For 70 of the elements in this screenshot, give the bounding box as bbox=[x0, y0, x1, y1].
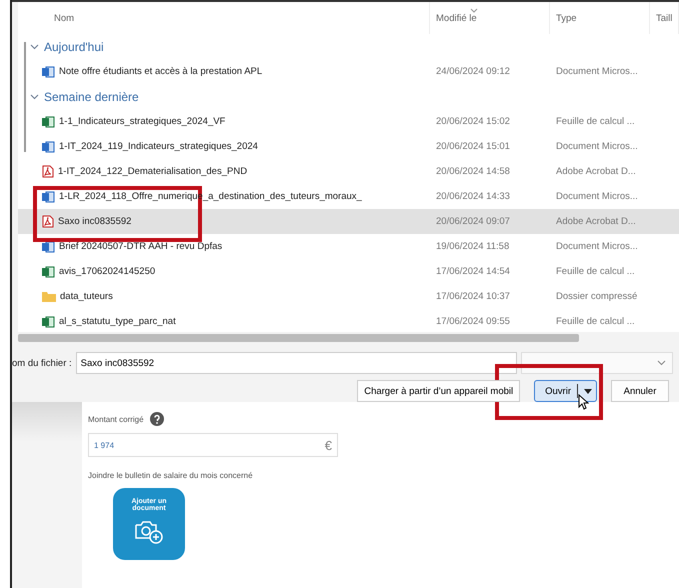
file-type: Adobe Acrobat D... bbox=[555, 166, 637, 177]
file-date: 20/06/2024 14:33 bbox=[435, 191, 511, 202]
file-type: Feuille de calcul ... bbox=[555, 316, 636, 327]
column-header[interactable]: Taill bbox=[650, 2, 679, 34]
file-row[interactable]: avis_17062024145250 17/06/2024 14:54 Feuille de calcul ... bbox=[18, 259, 679, 284]
word-document-icon bbox=[42, 190, 55, 202]
file-date: 20/06/2024 09:07 bbox=[435, 216, 511, 227]
file-row[interactable]: Saxo inc0835592 20/06/2024 09:07 Adobe Acrobat D... bbox=[18, 209, 679, 234]
file-date: 17/06/2024 14:54 bbox=[435, 266, 511, 277]
open-button[interactable]: Ouvrir bbox=[534, 380, 597, 402]
group-header[interactable]: Aujourd'hui bbox=[18, 34, 679, 59]
word-document-icon bbox=[42, 140, 55, 152]
chevron-icon bbox=[30, 94, 39, 100]
word-document-icon bbox=[42, 66, 55, 78]
file-type: Document Micros... bbox=[555, 191, 639, 202]
file-name: avis_17062024145250 bbox=[59, 266, 156, 277]
column-header[interactable]: Type bbox=[550, 2, 650, 34]
file-name-input[interactable]: Saxo inc0835592 bbox=[76, 353, 516, 373]
file-row[interactable]: 1-IT_2024_122_Dematerialisation_des_PND 20/06/2024 14:58 Adobe Acrobat D... bbox=[18, 159, 679, 184]
file-type: Document Micros... bbox=[555, 66, 639, 77]
pdf-icon bbox=[42, 165, 54, 178]
file-name: 1-IT_2024_119_Indicateurs_strategiques_2024 bbox=[59, 141, 258, 152]
pdf-icon bbox=[42, 215, 54, 228]
dialog-button[interactable]: Charger à partir d’un appareil mobil bbox=[357, 380, 520, 402]
file-date: 20/06/2024 14:58 bbox=[435, 166, 511, 177]
file-date: 19/06/2024 11:58 bbox=[435, 241, 510, 252]
spreadsheet-icon bbox=[42, 116, 55, 128]
file-type: Document Micros... bbox=[555, 241, 639, 252]
file-name: data_tuteurs bbox=[60, 291, 113, 302]
file-row[interactable]: Note offre étudiants et accès à la prestation APL 24/06/2024 09:12 Document Micros... bbox=[18, 59, 679, 84]
amount-label: Montant corrigé bbox=[88, 414, 144, 424]
file-type: Dossier compressé bbox=[555, 291, 638, 302]
file-date: 17/06/2024 09:55 bbox=[435, 316, 511, 327]
dropdown-arrow-icon bbox=[584, 388, 592, 394]
file-date: 20/06/2024 15:02 bbox=[435, 116, 511, 127]
column-header[interactable]: Nom bbox=[18, 2, 430, 34]
help-icon[interactable] bbox=[150, 412, 164, 426]
chevron-icon bbox=[30, 44, 39, 50]
word-document-icon bbox=[42, 240, 55, 252]
folder-icon bbox=[42, 291, 56, 302]
sort-chevron-icon bbox=[470, 8, 478, 13]
file-name: Brief 20240507-DTR AAH - revu Dpfas bbox=[59, 241, 222, 252]
file-type: Adobe Acrobat D... bbox=[555, 216, 637, 227]
file-row[interactable]: al_s_statutu_type_parc_nat 17/06/2024 09:55 Feuille de calcul ... bbox=[18, 309, 679, 332]
file-row[interactable]: 1-IT_2024_119_Indicateurs_strategiques_2024 20/06/2024 15:01 Document Micros... bbox=[18, 134, 679, 159]
scrollbar[interactable] bbox=[24, 42, 26, 152]
file-type: Feuille de calcul ... bbox=[555, 266, 636, 277]
scrollbar[interactable] bbox=[18, 334, 579, 342]
spreadsheet-icon bbox=[42, 266, 55, 278]
file-name: Saxo inc0835592 bbox=[58, 216, 132, 227]
file-row[interactable]: data_tuteurs 17/06/2024 10:37 Dossier compressé bbox=[18, 284, 679, 309]
file-type: Feuille de calcul ... bbox=[555, 116, 636, 127]
attach-label: Joindre le bulletin de salaire du mois concerné bbox=[88, 471, 254, 480]
file-date: 24/06/2024 09:12 bbox=[435, 66, 511, 77]
amount-field[interactable]: 1 974 € bbox=[88, 433, 338, 457]
file-name: 1-1_Indicateurs_strategiques_2024_VF bbox=[59, 116, 226, 127]
file-row[interactable]: Brief 20240507-DTR AAH - revu Dpfas 19/06/2024 11:58 Document Micros... bbox=[18, 234, 679, 259]
file-name: Note offre étudiants et accès à la prestation APL bbox=[59, 66, 262, 77]
file-date: 17/06/2024 10:37 bbox=[435, 291, 511, 302]
dialog-button[interactable]: Annuler bbox=[611, 380, 669, 402]
column-header[interactable]: Modifié le bbox=[430, 2, 550, 34]
group-header[interactable]: Semaine dernière bbox=[18, 84, 679, 109]
file-name: al_s_statutu_type_parc_nat bbox=[59, 316, 176, 327]
chevron-icon bbox=[657, 360, 666, 366]
file-name-label: om du fichier : bbox=[12, 358, 72, 368]
file-date: 20/06/2024 15:01 bbox=[435, 141, 511, 152]
file-type: Document Micros... bbox=[555, 141, 639, 152]
file-row[interactable]: 1-1_Indicateurs_strategiques_2024_VF 20/06/2024 15:02 Feuille de calcul ... bbox=[18, 109, 679, 134]
file-name: 1-IT_2024_122_Dematerialisation_des_PND bbox=[58, 166, 248, 177]
spreadsheet-icon bbox=[42, 316, 55, 328]
